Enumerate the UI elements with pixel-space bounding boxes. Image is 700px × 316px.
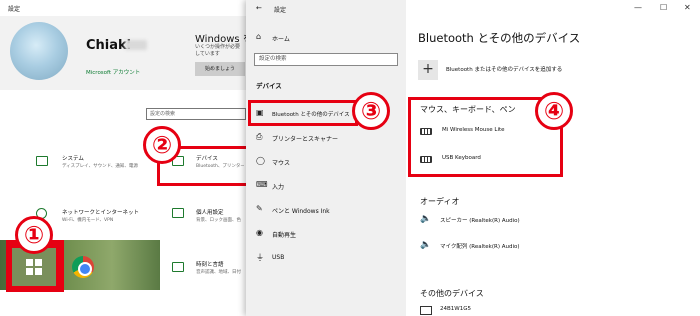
- pen-icon: ✎: [256, 204, 263, 213]
- nav-section-heading: デバイス: [256, 82, 282, 90]
- category-time-language-sub: 音声認識、地域、日付: [196, 270, 241, 275]
- clock-language-icon: [172, 262, 184, 272]
- annotation-1: ①: [15, 216, 53, 254]
- group-heading-other: その他のデバイス: [420, 289, 484, 298]
- device-other[interactable]: 24B1W1G5: [440, 306, 471, 312]
- nav-item-mouse[interactable]: マウス: [272, 158, 290, 167]
- category-personalization[interactable]: [172, 208, 184, 218]
- nav-item-printers[interactable]: プリンターとスキャナー: [272, 134, 338, 143]
- back-button[interactable]: ←: [256, 4, 262, 12]
- laptop-icon: [36, 156, 48, 166]
- nav-search-input[interactable]: 設定の検索: [254, 53, 398, 66]
- highlight-bluetooth-nav: [248, 100, 358, 126]
- speaker-icon: 🔈: [420, 240, 432, 250]
- add-device-button[interactable]: +: [418, 60, 438, 80]
- group-heading-audio: オーディオ: [420, 197, 460, 206]
- home-icon: ⌂: [256, 32, 262, 41]
- avatar: [10, 22, 68, 80]
- minimize-button[interactable]: —: [634, 3, 642, 12]
- device-speaker[interactable]: スピーカー (Realtek(R) Audio): [440, 216, 520, 224]
- nav-home[interactable]: ホーム: [272, 34, 290, 43]
- front-window-title: 設定: [274, 7, 287, 14]
- background-search-input[interactable]: 設定の検索: [146, 108, 246, 120]
- add-device-label[interactable]: Bluetooth またはその他のデバイスを追加する: [446, 65, 562, 73]
- windows-update-button[interactable]: 始めましょう: [195, 62, 245, 76]
- brush-icon: [172, 208, 184, 218]
- category-network-sub: Wi-Fi、機内モード、VPN: [62, 218, 114, 223]
- nav-item-pen[interactable]: ペンと Windows Ink: [272, 206, 330, 215]
- windows-update-heading: Windows を: [195, 34, 253, 45]
- category-time-language[interactable]: [172, 262, 184, 272]
- nav-item-typing[interactable]: 入力: [272, 182, 284, 191]
- user-name-blur: [125, 40, 147, 50]
- device-microphone[interactable]: マイク配列 (Realtek(R) Audio): [440, 242, 520, 250]
- nav-item-autoplay[interactable]: 自動再生: [272, 230, 296, 239]
- category-system-sub: ディスプレイ、サウンド、通知、電源: [62, 164, 138, 169]
- category-system-label: システム: [62, 156, 84, 162]
- navigation-pane: [246, 0, 406, 316]
- page-title: Bluetooth とその他のデバイス: [418, 31, 581, 45]
- category-network-label: ネットワークとインターネット: [62, 210, 140, 216]
- annotation-3: ③: [352, 92, 390, 130]
- account-type-link[interactable]: Microsoft アカウント: [86, 68, 140, 76]
- annotation-2: ②: [143, 126, 181, 164]
- category-time-language-label: 時刻と言語: [196, 262, 224, 268]
- chrome-icon[interactable]: [72, 256, 94, 278]
- monitor-icon: [420, 306, 432, 315]
- maximize-button[interactable]: ☐: [660, 3, 667, 12]
- speaker-icon: 🔈: [420, 214, 432, 224]
- mouse-icon: ◯: [256, 156, 265, 165]
- annotation-4: ④: [535, 92, 573, 130]
- category-system[interactable]: [36, 156, 48, 166]
- category-personalization-label: 個人用設定: [196, 210, 224, 216]
- category-personalization-sub: 背景、ロック画面、色: [196, 218, 241, 223]
- printer-icon: ⎙: [256, 132, 263, 141]
- windows-update-sub: いくつか操作が必要 しています: [195, 44, 241, 57]
- background-window-title: 設定: [8, 6, 21, 13]
- nav-item-usb[interactable]: USB: [272, 254, 284, 261]
- keyboard-icon: ⌨: [256, 180, 268, 189]
- close-button[interactable]: ✕: [684, 3, 691, 12]
- usb-icon: ⏚: [256, 253, 264, 262]
- autoplay-icon: ◉: [256, 228, 263, 237]
